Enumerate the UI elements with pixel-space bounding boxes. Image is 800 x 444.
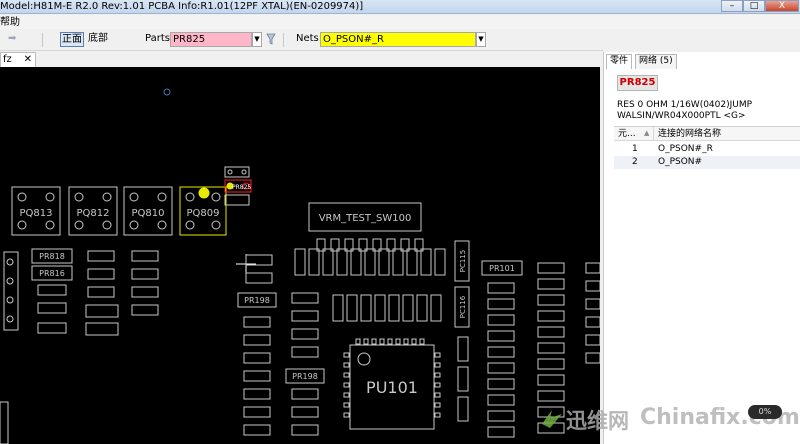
pr818-label: PR818	[39, 252, 65, 261]
back-side-button[interactable]: 底部	[88, 31, 108, 47]
pc116-label: PC116	[459, 295, 467, 318]
pin-number: 2	[632, 157, 638, 167]
part-description-line1: RES 0 OHM 1/16W(0402)JUMP	[617, 100, 753, 110]
pq809-label: PQ809	[187, 208, 220, 219]
board-drawing: PQ813 PQ812 PQ810 PQ809 PR825 VRM_TEST_S…	[0, 88, 600, 444]
pr825-label: PR825	[232, 184, 251, 191]
document-tab-label: fz	[3, 54, 12, 65]
vrm-test-label: VRM_TEST_SW100	[319, 213, 412, 224]
board-canvas[interactable]: PQ813 PQ812 PQ810 PQ809 PR825 VRM_TEST_S…	[0, 67, 600, 444]
highlight-pad	[198, 187, 210, 199]
part-description-line2: WALSIN/WR04X000PTL <G>	[617, 111, 746, 121]
minimize-button[interactable]: –	[721, 0, 743, 12]
pin-number: 1	[632, 144, 638, 154]
window-title: Model:H81M-E R2.0 Rev:1.01 PCBA Info:R1.…	[0, 1, 364, 12]
parts-input[interactable]: PR825	[170, 32, 252, 47]
tab-parts[interactable]: 零件	[606, 54, 633, 69]
parts-dropdown-icon[interactable]: ▼	[252, 32, 262, 47]
pu101-package: PU101	[343, 338, 441, 430]
watermark-logo-icon	[542, 410, 562, 428]
net-name: O_PSON#_R	[658, 144, 713, 154]
pq809-package: PQ809	[179, 186, 227, 236]
pu101-label: PU101	[366, 378, 418, 397]
tab-nets[interactable]: 网络 (5)	[635, 54, 677, 69]
left-connector	[3, 251, 19, 331]
pq810-label: PQ810	[132, 208, 165, 219]
pr198-label: PR198	[244, 296, 270, 305]
close-tab-icon[interactable]: ✕	[24, 53, 32, 66]
menu-bar: 帮助	[0, 15, 800, 29]
vrm-test-switch: VRM_TEST_SW100	[308, 202, 422, 232]
forward-arrow-icon[interactable]: ➡	[8, 31, 16, 47]
net-name: O_PSON#	[658, 157, 703, 167]
toolbar-divider	[283, 33, 284, 47]
nets-input[interactable]: O_PSON#_R	[320, 32, 476, 47]
pr816-label: PR816	[39, 269, 65, 278]
table-row[interactable]: 2 O_PSON#	[614, 156, 800, 169]
pc115-label: PC115	[459, 250, 467, 272]
table-row[interactable]: 1 O_PSON#_R	[614, 143, 800, 156]
properties-panel: 零件 网络 (5) PR825 RES 0 OHM 1/16W(0402)JUM…	[603, 52, 800, 444]
menu-help[interactable]: 帮助	[0, 17, 20, 28]
sort-arrow-icon: ▲	[644, 129, 650, 137]
toolbar: ➡ 正面 底部 Parts: PR825 ▼ Nets: O_PSON#_R ▼	[0, 29, 603, 51]
watermark-brand-cn: 迅维网	[566, 409, 629, 433]
zoom-indicator: 0%	[748, 405, 782, 419]
pq810-package: PQ810	[123, 186, 173, 236]
column-header-net[interactable]: 连接的网络名称	[654, 127, 800, 141]
pq813-label: PQ813	[20, 208, 53, 219]
nets-label: Nets:	[296, 33, 323, 44]
maximize-button[interactable]: □	[743, 0, 765, 12]
close-button[interactable]: X	[765, 0, 799, 12]
pq813-package: PQ813	[11, 186, 61, 236]
title-bar: Model:H81M-E R2.0 Rev:1.01 PCBA Info:R1.…	[0, 0, 800, 14]
clear-filter-icon[interactable]	[266, 33, 276, 51]
pr198b-label: PR198	[292, 372, 318, 381]
pq812-label: PQ812	[77, 208, 110, 219]
document-tab[interactable]: fz ✕	[0, 52, 36, 67]
nets-dropdown-icon[interactable]: ▼	[476, 32, 486, 47]
pr101-label: PR101	[489, 264, 515, 273]
pin-net-table: 元... ▲ 连接的网络名称 1 O_PSON#_R 2 O_PSON#	[614, 126, 800, 296]
fiducial-mark	[163, 88, 171, 96]
toolbar-divider	[42, 33, 43, 47]
selected-part-badge: PR825	[617, 75, 658, 91]
pq812-package: PQ812	[68, 186, 118, 236]
front-side-button[interactable]: 正面	[60, 32, 84, 47]
